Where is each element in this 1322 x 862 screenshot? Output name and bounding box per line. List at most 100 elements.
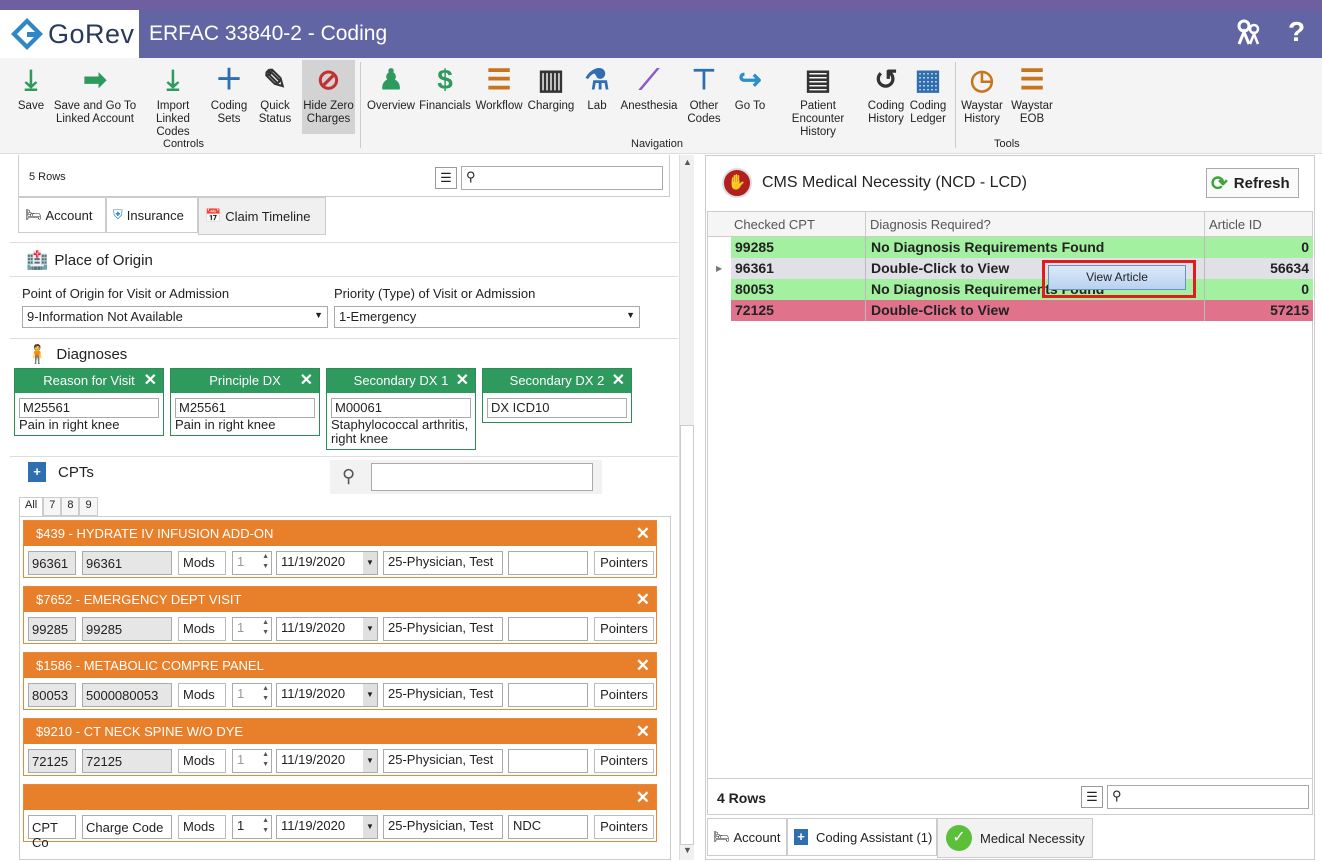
charge-code-field[interactable]: 96361 bbox=[82, 551, 172, 575]
cpt-code-field[interactable]: 80053 bbox=[28, 683, 76, 707]
charge-code-field[interactable]: Charge Code bbox=[82, 815, 172, 839]
diagnosis-code-input[interactable]: M00061 bbox=[331, 398, 471, 418]
scroll-down-icon[interactable]: ▼ bbox=[683, 845, 692, 855]
date-picker[interactable]: 11/19/2020 ▼ bbox=[276, 683, 378, 707]
diagnosis-code-input[interactable]: M25561 bbox=[175, 398, 315, 418]
physician-field[interactable]: 25-Physician, Test bbox=[383, 815, 503, 839]
filter-tab-7[interactable]: 7 bbox=[43, 497, 62, 516]
diagnosis-code-input[interactable]: M25561 bbox=[19, 398, 159, 418]
menu-icon[interactable]: ☰ bbox=[435, 167, 457, 189]
ndc-field[interactable]: NDC bbox=[508, 815, 588, 839]
filter-tab-8[interactable]: 8 bbox=[61, 497, 80, 516]
ribbon-button-patient-encounter-history[interactable]: ▤ Patient Encounter History bbox=[773, 62, 863, 139]
mods-button[interactable]: Mods bbox=[178, 749, 226, 773]
ribbon-button-waystar-history[interactable]: ◷ Waystar History bbox=[958, 62, 1006, 126]
grid-row[interactable]: 80053 No Diagnosis Requirements Found 0 bbox=[731, 279, 1313, 300]
ribbon-button-save[interactable]: ⤓ Save bbox=[10, 62, 52, 113]
tab-medical-necessity[interactable]: ✓ Medical Necessity bbox=[937, 818, 1093, 858]
ribbon-button-waystar-eob[interactable]: ☰ Waystar EOB bbox=[1008, 62, 1056, 126]
cpt-search-input[interactable] bbox=[371, 463, 593, 491]
ribbon-button-save-and-go-to-linked-account[interactable]: ➡ Save and Go To Linked Account bbox=[52, 62, 138, 126]
ribbon-button-workflow[interactable]: ☰ Workflow bbox=[474, 62, 524, 113]
scroll-up-icon[interactable]: ▲ bbox=[683, 157, 692, 167]
units-stepper[interactable]: 1 ▲ ▼ bbox=[232, 815, 272, 839]
mods-button[interactable]: Mods bbox=[178, 815, 226, 839]
ribbon-button-hide-zero-charges[interactable]: ⊘ Hide Zero Charges bbox=[302, 60, 355, 134]
cpt-code-field[interactable]: 72125 bbox=[28, 749, 76, 773]
close-icon[interactable]: ✕ bbox=[636, 719, 650, 744]
priority-select[interactable]: 1-Emergency ▼ bbox=[334, 306, 640, 328]
ndc-field[interactable] bbox=[508, 683, 588, 707]
date-picker[interactable]: 11/19/2020 ▼ bbox=[276, 749, 378, 773]
units-stepper[interactable]: 1 ▲ ▼ bbox=[232, 617, 272, 641]
ribbon-button-import-linked-codes[interactable]: ⤓ Import Linked Codes bbox=[140, 62, 206, 139]
date-picker[interactable]: 11/19/2020 ▼ bbox=[276, 617, 378, 641]
stepper-arrows-icon[interactable]: ▲ ▼ bbox=[262, 816, 269, 836]
close-icon[interactable]: ✕ bbox=[636, 521, 650, 546]
charge-code-field[interactable]: 72125 bbox=[82, 749, 172, 773]
filter-tab-9[interactable]: 9 bbox=[79, 497, 98, 516]
chevron-down-icon[interactable]: ▼ bbox=[363, 552, 377, 574]
physician-field[interactable]: 25-Physician, Test bbox=[383, 617, 503, 641]
close-icon[interactable]: ✕ bbox=[636, 653, 650, 678]
physician-field[interactable]: 25-Physician, Test bbox=[383, 683, 503, 707]
cpt-code-field[interactable]: CPT Co bbox=[28, 815, 76, 850]
cpt-code-field[interactable]: 99285 bbox=[28, 617, 76, 641]
ndc-field[interactable] bbox=[508, 617, 588, 641]
chevron-down-icon[interactable]: ▼ bbox=[363, 618, 377, 640]
ndc-field[interactable] bbox=[508, 749, 588, 773]
units-stepper[interactable]: 1 ▲ ▼ bbox=[232, 551, 272, 575]
tab-coding-assistant[interactable]: + Coding Assistant (1) bbox=[787, 818, 937, 856]
mods-button[interactable]: Mods bbox=[178, 551, 226, 575]
tab-account[interactable]: 🛏 Account bbox=[18, 197, 106, 233]
col-header-diagnosis[interactable]: Diagnosis Required? bbox=[870, 217, 991, 232]
tab-claim-timeline[interactable]: 📅 Claim Timeline bbox=[198, 197, 326, 235]
close-icon[interactable]: ✕ bbox=[612, 369, 625, 393]
ribbon-button-quick-status[interactable]: ✎ Quick Status bbox=[252, 62, 298, 126]
grid-row[interactable]: 72125 Double-Click to View 57215 bbox=[731, 300, 1313, 321]
ribbon-button-financials[interactable]: $ Financials bbox=[419, 62, 471, 113]
filter-tab-all[interactable]: All bbox=[19, 497, 44, 517]
pointers-button[interactable]: Pointers bbox=[594, 815, 654, 839]
diagnosis-code-input[interactable]: DX ICD10 bbox=[487, 398, 627, 418]
view-article-menu-item[interactable]: View Article bbox=[1048, 265, 1186, 290]
close-icon[interactable]: ✕ bbox=[456, 369, 469, 393]
ribbon-button-anesthesia[interactable]: ⟋ Anesthesia bbox=[619, 62, 679, 113]
ribbon-button-coding-ledger[interactable]: ▦ Coding Ledger bbox=[907, 62, 949, 126]
pointers-button[interactable]: Pointers bbox=[594, 683, 654, 707]
menu-icon[interactable]: ☰ bbox=[1081, 786, 1103, 808]
physician-field[interactable]: 25-Physician, Test bbox=[383, 551, 503, 575]
users-key-icon[interactable] bbox=[1236, 18, 1262, 53]
close-icon[interactable]: ✕ bbox=[144, 369, 157, 393]
ribbon-button-other-codes[interactable]: ⊤ Other Codes bbox=[682, 62, 726, 126]
point-of-origin-select[interactable]: 9-Information Not Available ▼ bbox=[22, 306, 328, 328]
search-input[interactable]: ⚲ bbox=[461, 166, 663, 190]
date-picker[interactable]: 11/19/2020 ▼ bbox=[276, 815, 378, 839]
refresh-button[interactable]: ⟳ Refresh bbox=[1206, 168, 1299, 198]
stepper-arrows-icon[interactable]: ▲ ▼ bbox=[262, 750, 269, 770]
charge-code-field[interactable]: 99285 bbox=[82, 617, 172, 641]
stepper-arrows-icon[interactable]: ▲ ▼ bbox=[262, 618, 269, 638]
chevron-down-icon[interactable]: ▼ bbox=[363, 684, 377, 706]
pointers-button[interactable]: Pointers bbox=[594, 551, 654, 575]
tab-account[interactable]: 🛏 Account bbox=[707, 818, 787, 856]
help-icon[interactable]: ? bbox=[1288, 16, 1305, 48]
units-stepper[interactable]: 1 ▲ ▼ bbox=[232, 749, 272, 773]
tab-insurance[interactable]: ⛨ Insurance bbox=[106, 197, 198, 233]
left-scrollbar[interactable]: ▲ ▼ bbox=[679, 155, 694, 860]
stepper-arrows-icon[interactable]: ▲ ▼ bbox=[262, 552, 269, 572]
ribbon-button-coding-history[interactable]: ↺ Coding History bbox=[865, 62, 907, 126]
physician-field[interactable]: 25-Physician, Test bbox=[383, 749, 503, 773]
grid-row[interactable]: 96361 Double-Click to View 56634 bbox=[731, 258, 1313, 279]
close-icon[interactable]: ✕ bbox=[636, 587, 650, 612]
cpt-code-field[interactable]: 96361 bbox=[28, 551, 76, 575]
date-picker[interactable]: 11/19/2020 ▼ bbox=[276, 551, 378, 575]
mods-button[interactable]: Mods bbox=[178, 683, 226, 707]
pointers-button[interactable]: Pointers bbox=[594, 617, 654, 641]
col-header-cpt[interactable]: Checked CPT bbox=[734, 217, 815, 232]
pointers-button[interactable]: Pointers bbox=[594, 749, 654, 773]
stepper-arrows-icon[interactable]: ▲ ▼ bbox=[262, 684, 269, 704]
units-stepper[interactable]: 1 ▲ ▼ bbox=[232, 683, 272, 707]
chevron-down-icon[interactable]: ▼ bbox=[363, 816, 377, 838]
grid-row[interactable]: 99285 No Diagnosis Requirements Found 0 bbox=[731, 237, 1313, 258]
